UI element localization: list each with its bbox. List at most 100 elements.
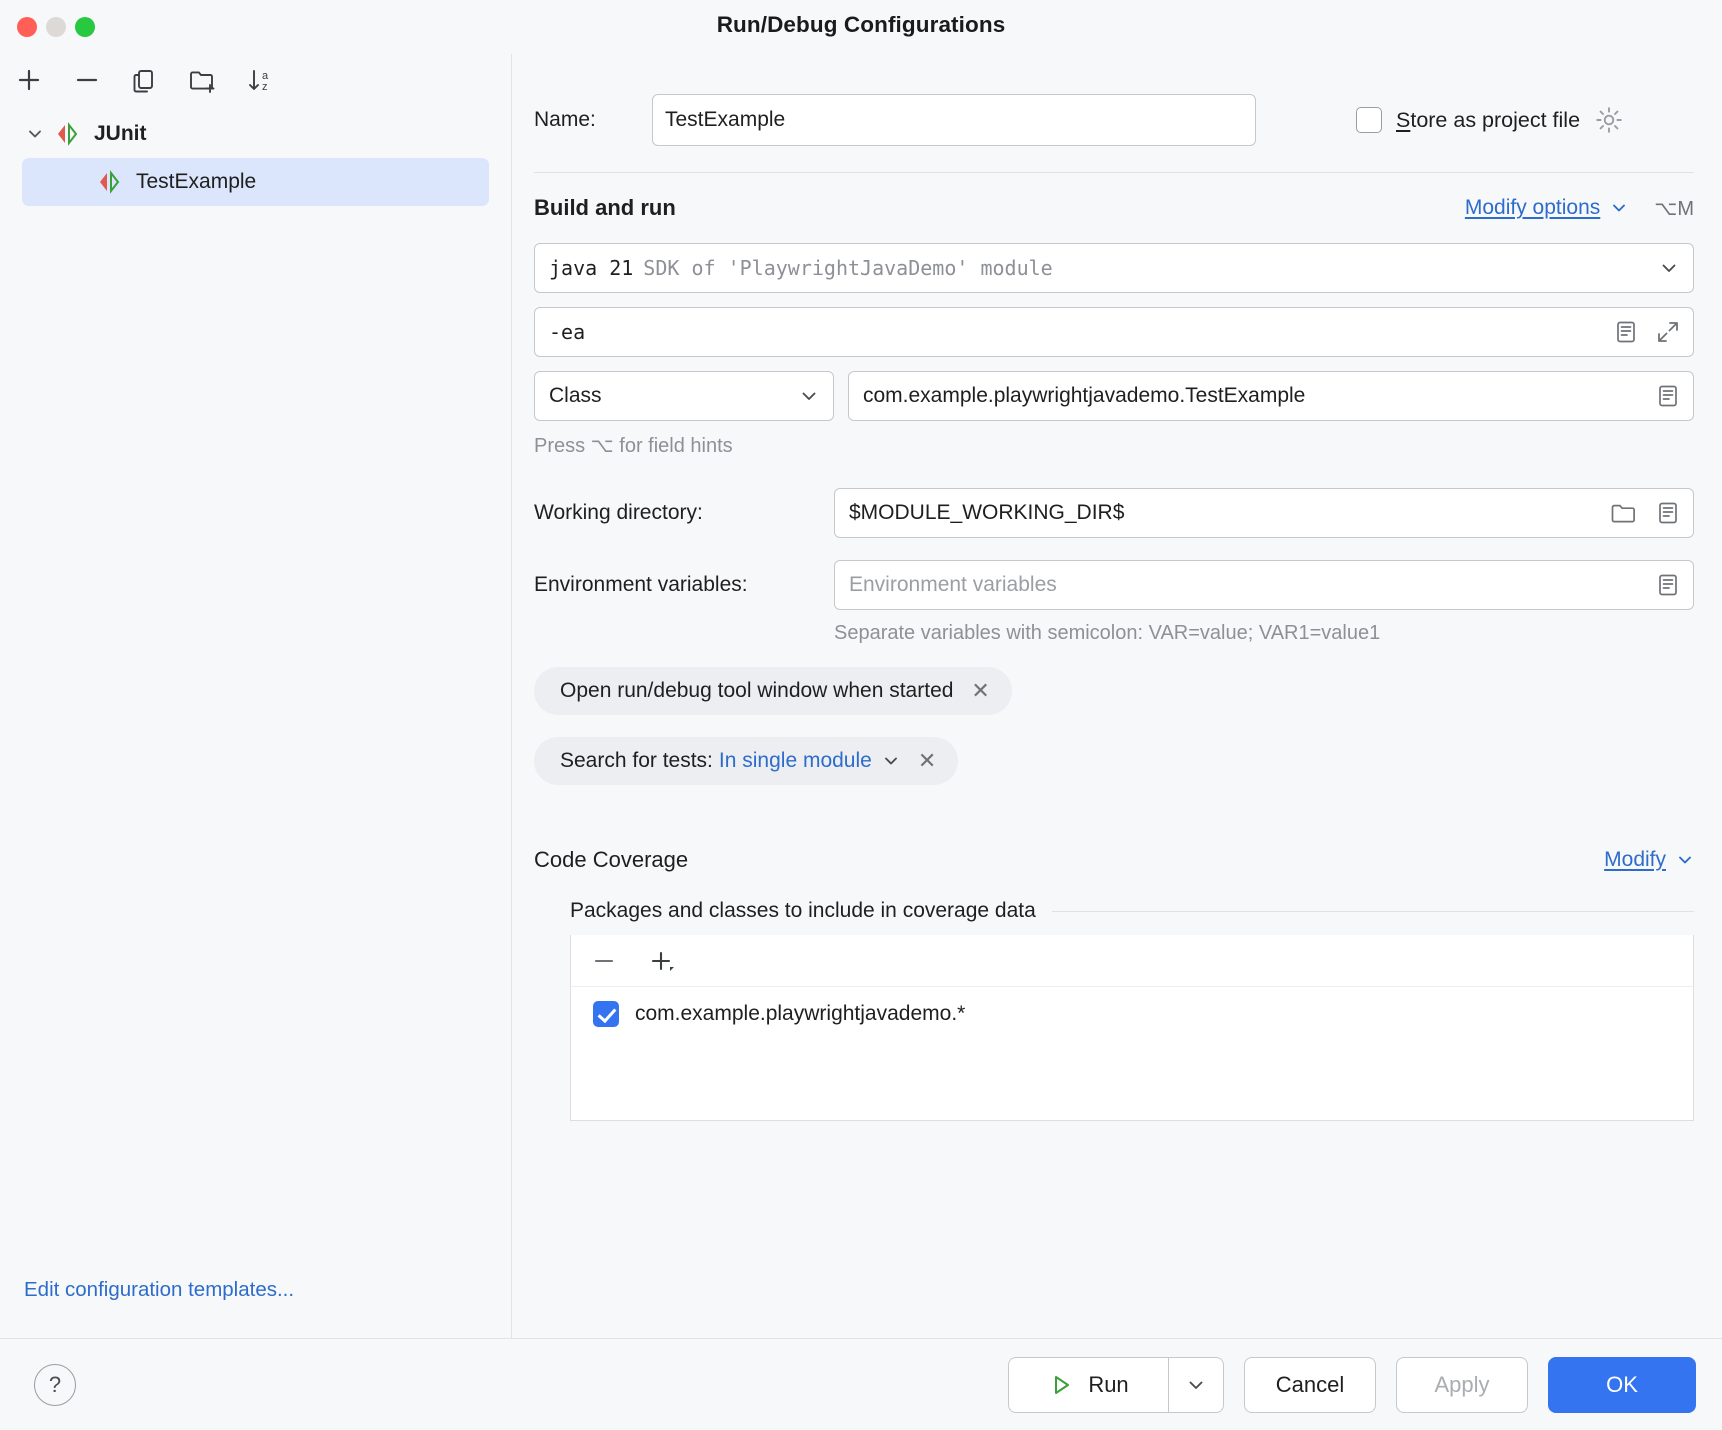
store-as-project-file-row[interactable]: Store as project file <box>1356 105 1624 135</box>
chip-search-for-tests-label: Search for tests: <box>560 749 713 773</box>
chip-open-tool-window[interactable]: Open run/debug tool window when started … <box>534 667 1012 715</box>
code-coverage-title: Code Coverage <box>534 847 688 873</box>
run-button-label: Run <box>1088 1372 1128 1398</box>
tree-group-junit[interactable]: JUnit <box>0 110 511 158</box>
tree-item-label: TestExample <box>136 170 256 194</box>
page-title: Run/Debug Configurations <box>0 12 1722 38</box>
add-configuration-button[interactable] <box>10 61 48 99</box>
title-bar: Run/Debug Configurations <box>0 0 1722 54</box>
target-class-value: com.example.playwrightjavademo.TestExamp… <box>863 384 1305 408</box>
environment-variables-hint: Separate variables with semicolon: VAR=v… <box>834 622 1694 645</box>
coverage-package-label: com.example.playwrightjavademo.* <box>635 1002 965 1026</box>
option-chips: Open run/debug tool window when started … <box>534 645 1694 785</box>
working-directory-value: $MODULE_WORKING_DIR$ <box>849 501 1124 525</box>
divider <box>1052 911 1694 912</box>
new-folder-button[interactable] <box>184 61 222 99</box>
vm-options-value: -ea <box>549 320 585 344</box>
coverage-package-row[interactable]: com.example.playwrightjavademo.* <box>571 987 1693 1027</box>
code-coverage-modify-link[interactable]: Modify <box>1604 848 1666 872</box>
chevron-down-icon[interactable] <box>1659 258 1679 278</box>
edit-configuration-templates-link[interactable]: Edit configuration templates... <box>24 1278 294 1301</box>
remove-configuration-button[interactable] <box>68 61 106 99</box>
vm-options-input[interactable]: -ea <box>534 307 1694 357</box>
chip-search-for-tests-value[interactable]: In single module <box>719 749 872 773</box>
play-icon <box>1048 1372 1074 1398</box>
coverage-subsection-label: Packages and classes to include in cover… <box>570 899 1036 923</box>
close-icon[interactable]: ✕ <box>918 748 936 774</box>
coverage-subsection-header: Packages and classes to include in cover… <box>570 899 1694 923</box>
tree-group-label: JUnit <box>94 122 147 146</box>
working-directory-icons <box>1609 500 1681 526</box>
modify-options-shortcut: ⌥M <box>1654 196 1694 221</box>
working-directory-input[interactable]: $MODULE_WORKING_DIR$ <box>834 488 1694 538</box>
name-label: Name: <box>534 108 652 132</box>
run-debug-configurations-dialog: Run/Debug Configurations <box>0 0 1722 1430</box>
ok-button[interactable]: OK <box>1548 1357 1696 1413</box>
jdk-detail: SDK of 'PlaywrightJavaDemo' module <box>643 256 1052 280</box>
sidebar-footer: Edit configuration templates... <box>0 1278 511 1338</box>
modify-options-group: Modify options ⌥M <box>1465 196 1694 221</box>
edit-variables-icon[interactable] <box>1655 572 1681 598</box>
footer-buttons: Run Cancel Apply OK <box>1008 1357 1696 1413</box>
run-button[interactable]: Run <box>1008 1357 1168 1413</box>
name-input-value: TestExample <box>665 108 785 132</box>
code-coverage-modify-group: Modify <box>1604 848 1694 872</box>
target-class-input[interactable]: com.example.playwrightjavademo.TestExamp… <box>848 371 1694 421</box>
remove-package-button[interactable] <box>589 946 619 976</box>
run-dropdown-button[interactable] <box>1168 1357 1224 1413</box>
target-kind-combobox[interactable]: Class <box>534 371 834 421</box>
environment-variables-placeholder: Environment variables <box>849 573 1057 597</box>
code-coverage-header: Code Coverage Modify <box>534 847 1694 873</box>
working-directory-row: Working directory: $MODULE_WORKING_DIR$ <box>534 488 1694 538</box>
cancel-button[interactable]: Cancel <box>1244 1357 1376 1413</box>
environment-variables-row: Environment variables: Environment varia… <box>534 560 1694 610</box>
chevron-down-icon[interactable] <box>882 752 900 770</box>
coverage-packages-panel: com.example.playwrightjavademo.* <box>570 935 1694 1121</box>
name-row: Name: TestExample Store as project file <box>534 94 1694 146</box>
working-directory-label: Working directory: <box>534 501 834 525</box>
target-kind-value: Class <box>549 384 602 408</box>
environment-variables-label: Environment variables: <box>534 573 834 597</box>
junit-icon <box>96 169 124 195</box>
dialog-footer: ? Run Cancel Apply OK <box>0 1338 1722 1430</box>
coverage-package-checkbox[interactable] <box>593 1001 619 1027</box>
copy-configuration-button[interactable] <box>126 61 164 99</box>
chevron-down-icon[interactable] <box>1610 199 1628 217</box>
sidebar-toolbar: a z <box>0 54 511 106</box>
tree-item-testexample[interactable]: TestExample <box>22 158 489 206</box>
insert-macro-icon[interactable] <box>1655 500 1681 526</box>
junit-icon <box>54 121 82 147</box>
configurations-tree: JUnit TestExample <box>0 106 511 1278</box>
expand-editor-icon[interactable] <box>1655 319 1681 345</box>
configuration-form: Name: TestExample Store as project file <box>512 54 1722 1338</box>
jdk-value: java 21 <box>549 256 633 280</box>
target-row: Class com.example.playwrightjavademo.Tes… <box>534 371 1694 421</box>
environment-variables-input[interactable]: Environment variables <box>834 560 1694 610</box>
add-package-button[interactable] <box>647 946 681 976</box>
chip-search-for-tests[interactable]: Search for tests: In single module ✕ <box>534 737 958 785</box>
chip-open-tool-window-label: Open run/debug tool window when started <box>560 679 953 703</box>
store-as-project-file-checkbox[interactable] <box>1356 107 1382 133</box>
store-as-project-file-text: tore as project file <box>1410 108 1580 132</box>
build-and-run-header: Build and run Modify options ⌥M <box>534 195 1694 221</box>
jdk-combobox[interactable]: java 21 SDK of 'PlaywrightJavaDemo' modu… <box>534 243 1694 293</box>
gear-icon[interactable] <box>1594 105 1624 135</box>
chevron-down-icon[interactable] <box>1676 851 1694 869</box>
chevron-down-icon[interactable] <box>799 386 819 406</box>
insert-macro-icon[interactable] <box>1613 319 1639 345</box>
dialog-body: a z JUnit <box>0 54 1722 1338</box>
store-as-project-file-label: Store as project file <box>1396 108 1580 133</box>
chevron-down-icon[interactable] <box>24 125 46 143</box>
folder-icon[interactable] <box>1609 500 1637 526</box>
name-input[interactable]: TestExample <box>652 94 1256 146</box>
modify-options-link[interactable]: Modify options <box>1465 196 1600 220</box>
sort-configurations-button[interactable]: a z <box>242 61 280 99</box>
field-hint: Press ⌥ for field hints <box>534 433 1694 458</box>
help-button[interactable]: ? <box>34 1364 76 1406</box>
run-split-button: Run <box>1008 1357 1224 1413</box>
apply-button: Apply <box>1396 1357 1528 1413</box>
browse-class-icon[interactable] <box>1655 383 1681 409</box>
svg-text:z: z <box>262 81 268 93</box>
close-icon[interactable]: ✕ <box>971 678 989 704</box>
chevron-down-icon <box>1186 1375 1206 1395</box>
